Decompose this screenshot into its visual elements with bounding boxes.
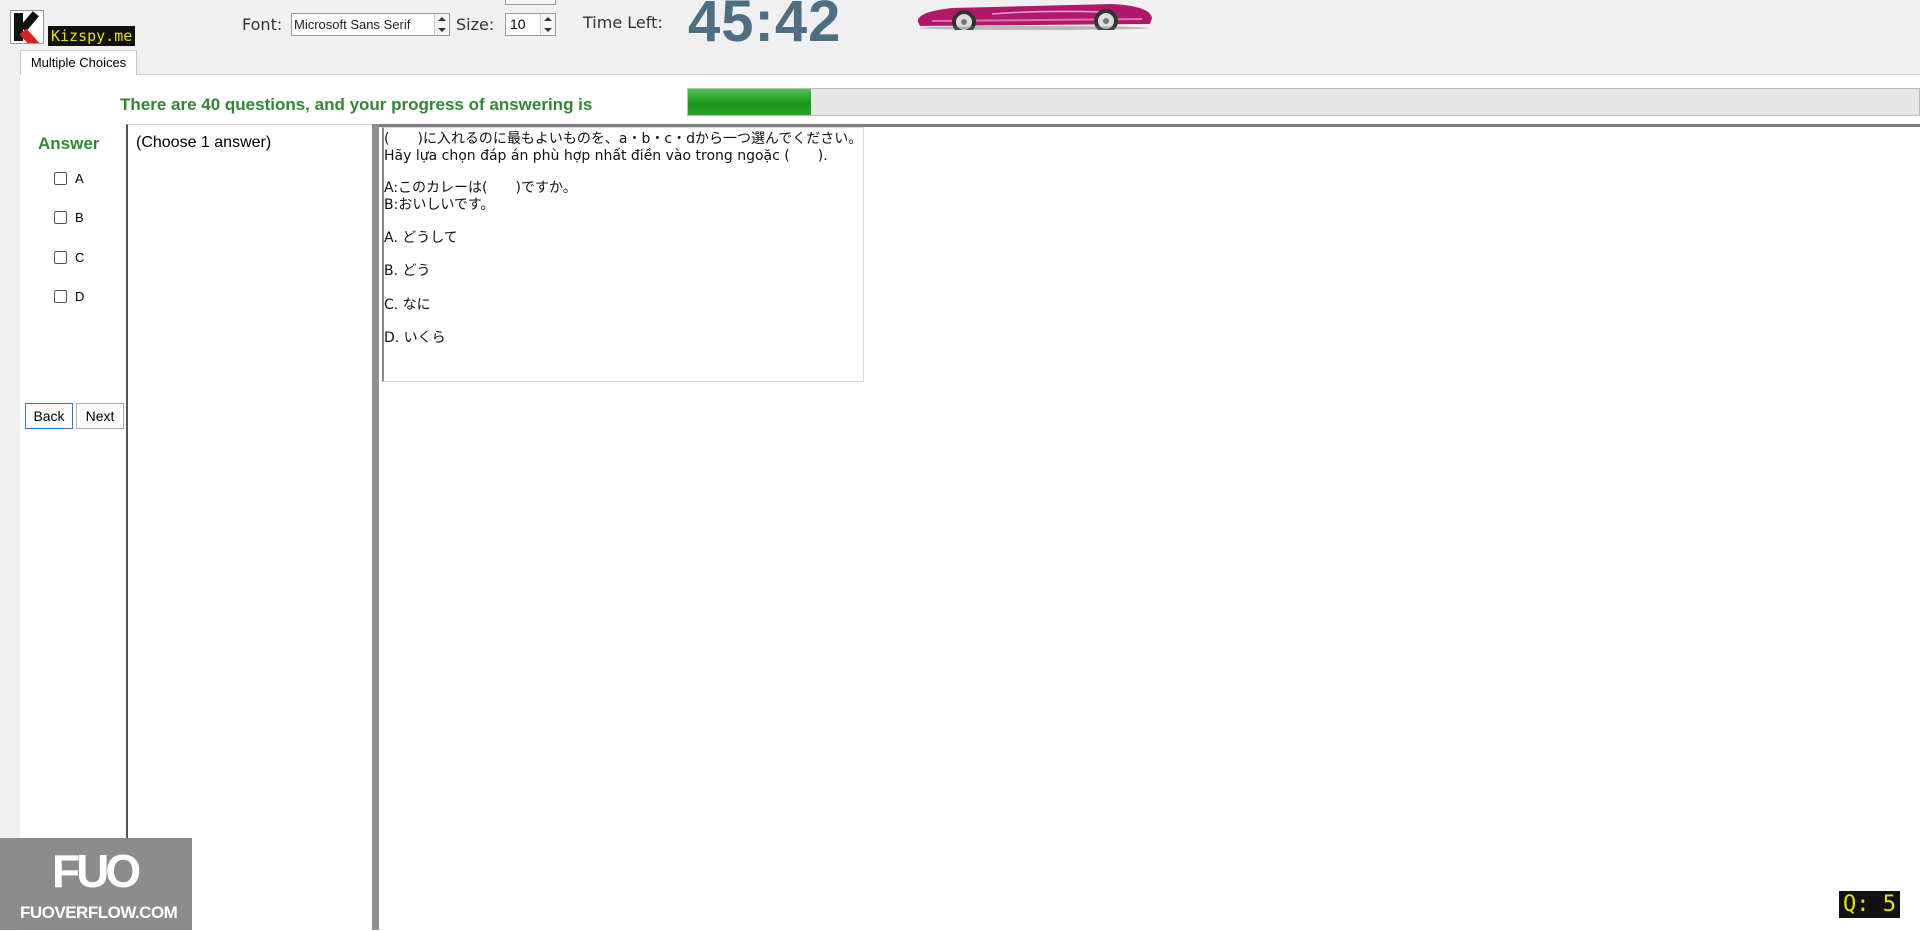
font-label: Font: (242, 15, 283, 34)
choice-c-text: C. なに (384, 297, 431, 313)
option-a-label: A (75, 171, 84, 186)
option-d-checkbox[interactable] (54, 290, 67, 303)
font-value: Microsoft Sans Serif (294, 17, 411, 32)
choice-d-text: D. いくら (384, 330, 446, 346)
progress-bar (687, 88, 1920, 116)
option-b-checkbox[interactable] (54, 211, 67, 224)
font-spinner[interactable] (434, 14, 449, 35)
progress-fill (688, 89, 811, 115)
progress-text: There are 40 questions, and your progres… (120, 95, 593, 114)
size-stepper[interactable]: 10 (505, 13, 556, 36)
choice-a-text: A. どうして (384, 230, 458, 246)
size-value: 10 (510, 16, 526, 32)
watermark: FUO FUOVERFLOW.COM (0, 838, 192, 930)
option-c[interactable]: C (54, 250, 84, 265)
option-c-label: C (75, 250, 85, 265)
app-logo-icon (10, 10, 44, 44)
option-c-checkbox[interactable] (54, 251, 67, 264)
option-d[interactable]: D (54, 289, 84, 304)
size-label: Size: (456, 15, 495, 34)
question-box (382, 127, 864, 382)
choice-b-text: B. どう (384, 263, 431, 279)
option-b-label: B (75, 210, 84, 225)
countdown-timer: 45:42 (688, 0, 842, 54)
option-b[interactable]: B (54, 210, 84, 225)
font-selector[interactable]: Microsoft Sans Serif (291, 13, 450, 36)
tab-multiple-choices[interactable]: Multiple Choices (20, 50, 137, 75)
instruction-text: (Choose 1 answer) (136, 134, 272, 151)
panel-splitter[interactable] (372, 124, 379, 930)
size-spinner[interactable] (540, 14, 555, 35)
car-image (917, 4, 1152, 30)
answer-title: Answer (38, 134, 100, 153)
app-logo-text: Kizspy.me (48, 26, 136, 46)
time-left-label: Time Left: (583, 13, 663, 32)
instruction-panel: (Choose 1 answer) (126, 124, 372, 930)
option-a-checkbox[interactable] (54, 172, 67, 185)
option-a[interactable]: A (54, 171, 84, 186)
watermark-logo: FUO (52, 845, 141, 897)
dialog-line-b: B:おいしいです。 (384, 197, 495, 213)
watermark-site: FUOVERFLOW.COM (20, 903, 178, 922)
next-button[interactable]: Next (76, 403, 124, 429)
question-line-vi: Hãy lựa chọn đáp án phù hợp nhất điền và… (384, 148, 828, 164)
toolbar-edge (505, 0, 556, 5)
back-button[interactable]: Back (25, 403, 73, 429)
question-counter: Q: 5 (1839, 891, 1900, 918)
option-d-label: D (75, 289, 85, 304)
